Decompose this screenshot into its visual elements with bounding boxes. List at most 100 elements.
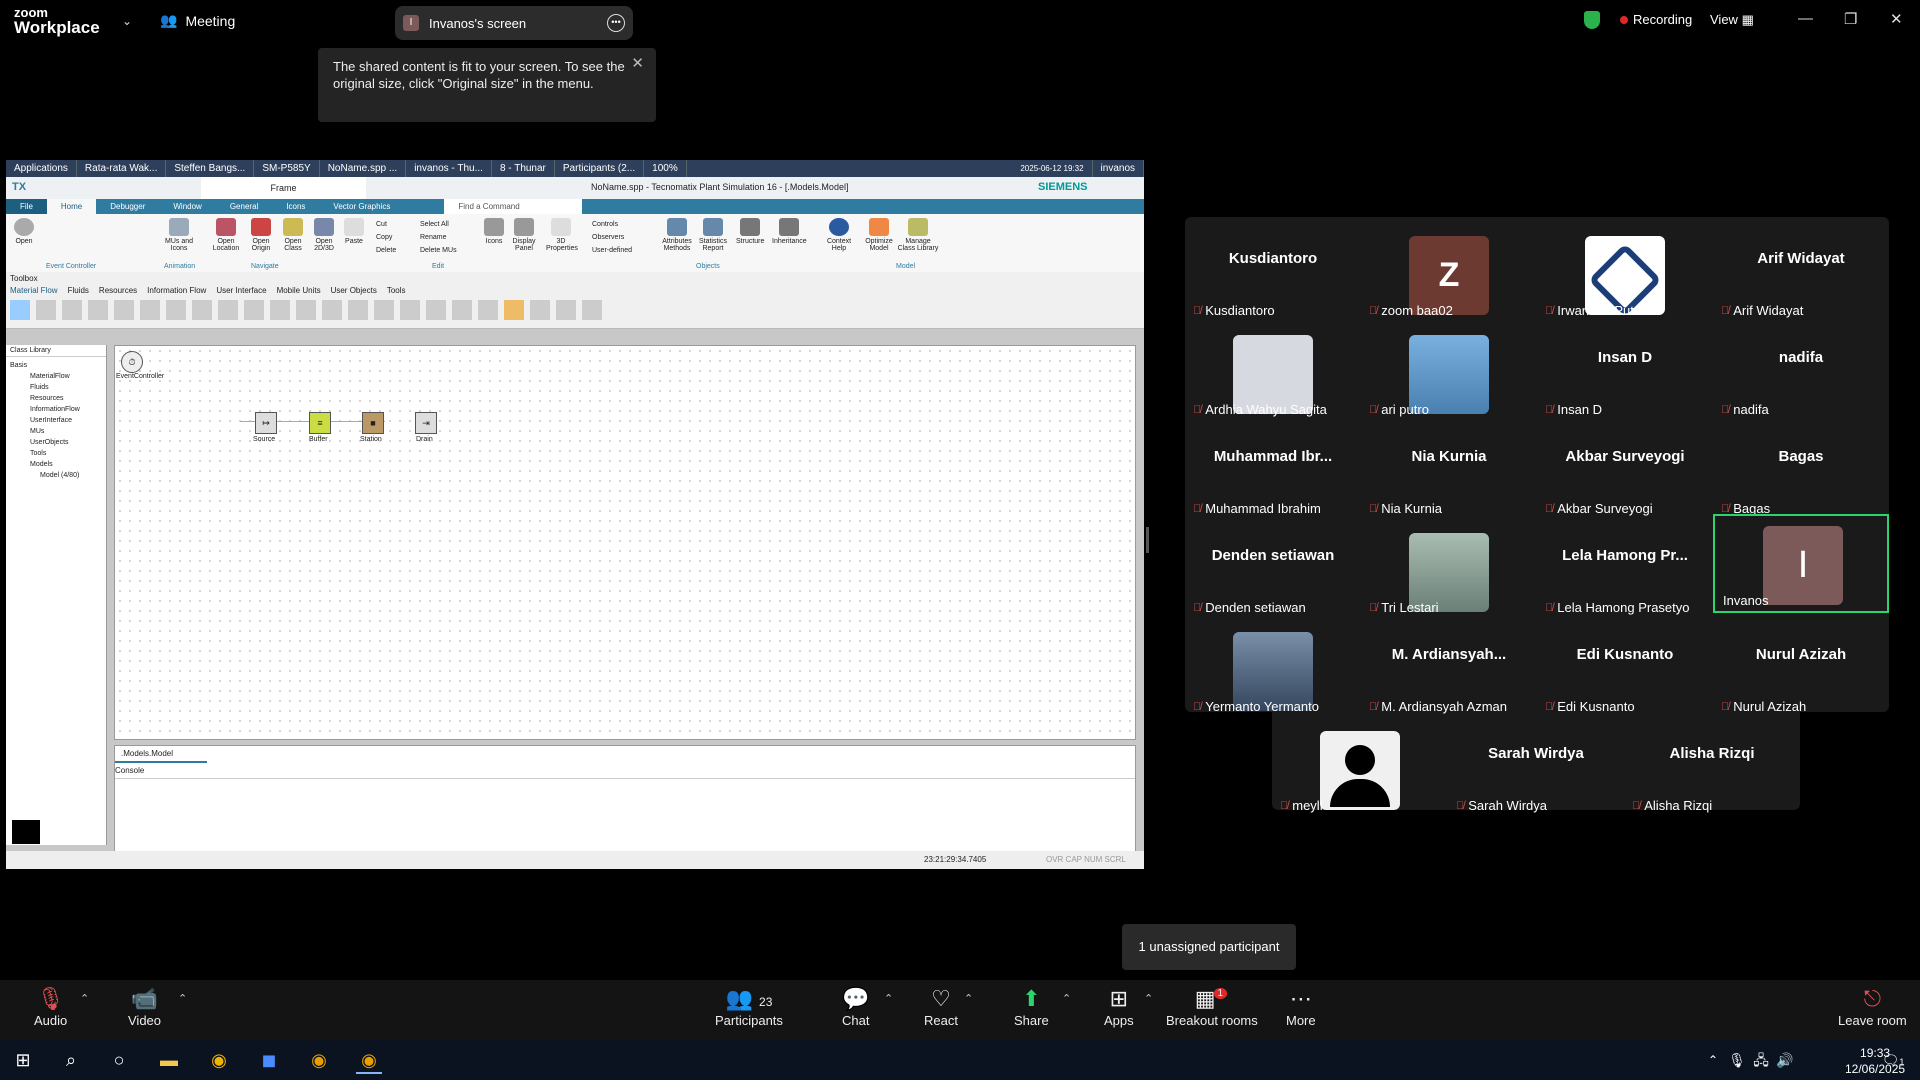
recording-indicator[interactable]: Recording xyxy=(1620,12,1692,27)
pointer-tool-icon[interactable] xyxy=(10,300,30,320)
chat-options-chevron-icon[interactable]: ⌃ xyxy=(884,992,893,1005)
source-tool-icon[interactable] xyxy=(140,300,160,320)
buffer-object[interactable]: ≡ xyxy=(309,412,331,434)
station-object[interactable]: ■ xyxy=(362,412,384,434)
conveyor-tool-icon[interactable] xyxy=(504,300,524,320)
zoom-icon[interactable]: ◼ xyxy=(256,1048,282,1072)
hierarchy-tool-icon[interactable] xyxy=(582,300,602,320)
participant-tile[interactable]: Arif Widayat 🎙̸ Arif Widayat xyxy=(1713,226,1889,325)
minimize-icon[interactable]: — xyxy=(1798,10,1813,27)
turntable-tool-icon[interactable] xyxy=(478,300,498,320)
more-options-icon[interactable]: ••• xyxy=(607,14,625,32)
cycle-tool-icon[interactable] xyxy=(296,300,316,320)
share-button[interactable]: ⬆ Share xyxy=(1014,985,1049,1028)
participant-tile[interactable]: 🎙̸ Yermanto Yermanto xyxy=(1185,622,1361,721)
volume-icon[interactable]: 🔊 xyxy=(1772,1048,1798,1072)
apps-button[interactable]: ⊞ Apps xyxy=(1104,985,1134,1028)
participant-tile-active[interactable]: I Invanos xyxy=(1713,514,1889,613)
show-hidden-icons-icon[interactable]: ⌃ xyxy=(1700,1048,1726,1072)
flow-control-tool-icon[interactable] xyxy=(556,300,576,320)
apps-icon: ⊞ xyxy=(1109,986,1129,1011)
model-canvas[interactable]: ⏱ EventController ↦ Source ≡ Buffer ■ St… xyxy=(114,345,1136,740)
chrome-profile-icon[interactable]: ◉ xyxy=(306,1048,332,1072)
participant-tile[interactable]: Edi Kusnanto 🎙̸ Edi Kusnanto xyxy=(1537,622,1713,721)
participant-tile[interactable]: Akbar Surveyogi 🎙̸ Akbar Surveyogi xyxy=(1537,424,1713,523)
video-button[interactable]: 📹 Video xyxy=(128,985,161,1028)
leave-room-button[interactable]: ⎋ Leave room xyxy=(1838,985,1907,1028)
shared-screen[interactable]: Applications Rata-rata Wak... Steffen Ba… xyxy=(6,160,1144,869)
participant-tile[interactable]: Insan D 🎙̸ Insan D xyxy=(1537,325,1713,424)
sorter-tool-icon[interactable] xyxy=(400,300,420,320)
windows-start-icon[interactable]: ⊞ xyxy=(10,1048,36,1072)
store-tool-icon[interactable] xyxy=(374,300,394,320)
more-button[interactable]: ⋯ More xyxy=(1286,985,1316,1028)
buffer-tool-icon[interactable] xyxy=(322,300,342,320)
source-object[interactable]: ↦ xyxy=(255,412,277,434)
console-panel: .Models.Model Console xyxy=(114,745,1136,852)
microphone-icon[interactable]: 🎙 xyxy=(1724,1048,1750,1072)
participant-tile[interactable]: 🎙̸ ari putro xyxy=(1361,325,1537,424)
participant-tile[interactable]: Kusdiantoro 🎙̸ Kusdiantoro xyxy=(1185,226,1361,325)
mic-off-icon: 🎙̸ xyxy=(1545,601,1554,614)
security-shield-icon[interactable] xyxy=(1584,11,1600,29)
participant-tile[interactable]: Bagas 🎙̸ Bagas xyxy=(1713,424,1889,523)
drain-object[interactable]: ⇥ xyxy=(415,412,437,434)
line-tool-icon[interactable] xyxy=(426,300,446,320)
disassembly-tool-icon[interactable] xyxy=(270,300,290,320)
react-options-chevron-icon[interactable]: ⌃ xyxy=(964,992,973,1005)
parallel-proc-tool-icon[interactable] xyxy=(218,300,238,320)
drain-tool-icon[interactable] xyxy=(166,300,186,320)
restore-icon[interactable]: ❐ xyxy=(1844,10,1857,28)
share-indicator[interactable]: I Invanos's screen ••• xyxy=(395,6,633,40)
resize-handle[interactable] xyxy=(1146,527,1149,553)
participant-tile[interactable]: nadifa 🎙̸ nadifa xyxy=(1713,325,1889,424)
unassigned-participant-notice[interactable]: 1 unassigned participant xyxy=(1122,924,1296,970)
black-box xyxy=(12,820,40,844)
participant-tile[interactable]: Muhammad Ibr... 🎙̸ Muhammad Ibrahim xyxy=(1185,424,1361,523)
audio-options-chevron-icon[interactable]: ⌃ xyxy=(80,992,89,1005)
close-icon[interactable]: ✕ xyxy=(1890,10,1903,28)
participants-button[interactable]: 👥 23 Participants xyxy=(715,985,783,1028)
breakout-rooms-button[interactable]: ▦ 1 Breakout rooms xyxy=(1166,985,1258,1028)
chevron-down-icon[interactable]: ⌄ xyxy=(122,14,132,28)
participant-tile[interactable]: 🎙̸ Tri Lestari xyxy=(1361,523,1537,622)
file-explorer-icon[interactable]: ▬ xyxy=(156,1048,182,1072)
chrome-icon[interactable]: ◉ xyxy=(206,1048,232,1072)
single-proc-tool-icon[interactable] xyxy=(192,300,212,320)
search-icon[interactable]: ⌕ xyxy=(58,1048,84,1072)
meeting-button[interactable]: 👥 Meeting xyxy=(160,12,235,29)
participant-tile[interactable]: Denden setiawan 🎙̸ Denden setiawan xyxy=(1185,523,1361,622)
participant-tile[interactable]: 🎙̸ Irwan Adi Putra xyxy=(1537,226,1713,325)
participant-tile[interactable]: Alisha Rizqi 🎙̸ Alisha Rizqi xyxy=(1624,721,1800,820)
mic-off-icon: 🎙̸ xyxy=(1193,601,1202,614)
participant-tile[interactable]: 🎙̸ meyll xyxy=(1272,721,1448,820)
connector-arrow-tool-icon[interactable] xyxy=(114,300,134,320)
participant-tile[interactable]: Z 🎙̸ zoom baa02 xyxy=(1361,226,1537,325)
assembly-tool-icon[interactable] xyxy=(244,300,264,320)
event-controller-tool-icon[interactable] xyxy=(62,300,82,320)
video-options-chevron-icon[interactable]: ⌃ xyxy=(178,992,187,1005)
frame-tool-icon[interactable] xyxy=(88,300,108,320)
network-icon[interactable]: 🖧 xyxy=(1748,1048,1774,1072)
share-options-chevron-icon[interactable]: ⌃ xyxy=(1062,992,1071,1005)
participant-tile[interactable]: Lela Hamong Pr... 🎙̸ Lela Hamong Prasetyo xyxy=(1537,523,1713,622)
participant-tile[interactable]: Sarah Wirdya 🎙̸ Sarah Wirdya xyxy=(1448,721,1624,820)
placebuffer-tool-icon[interactable] xyxy=(348,300,368,320)
event-controller-object[interactable]: ⏱ xyxy=(121,351,143,373)
view-button[interactable]: View ▦ xyxy=(1710,12,1754,28)
apps-options-chevron-icon[interactable]: ⌃ xyxy=(1144,992,1153,1005)
connector-tool-icon[interactable] xyxy=(36,300,56,320)
participant-tile[interactable]: 🎙̸ Ardhia Wahyu Sagita xyxy=(1185,325,1361,424)
participant-tile[interactable]: Nia Kurnia 🎙̸ Nia Kurnia xyxy=(1361,424,1537,523)
pickandplace-tool-icon[interactable] xyxy=(530,300,550,320)
notification-center-icon[interactable]: 🗨1 xyxy=(1880,1048,1906,1072)
track-tool-icon[interactable] xyxy=(452,300,472,320)
cortana-icon[interactable]: ○ xyxy=(106,1048,132,1072)
participant-tile[interactable]: M. Ardiansyah... 🎙̸ M. Ardiansyah Azman xyxy=(1361,622,1537,721)
close-tooltip-icon[interactable]: ✕ xyxy=(631,54,644,72)
chrome-active-icon[interactable]: ◉ xyxy=(356,1048,382,1074)
react-button[interactable]: ♡ React xyxy=(924,985,958,1028)
chat-button[interactable]: 💬 Chat xyxy=(842,985,869,1028)
participant-tile[interactable]: Nurul Azizah 🎙̸ Nurul Azizah xyxy=(1713,622,1889,721)
audio-button[interactable]: 🎙 Audio xyxy=(34,985,67,1028)
